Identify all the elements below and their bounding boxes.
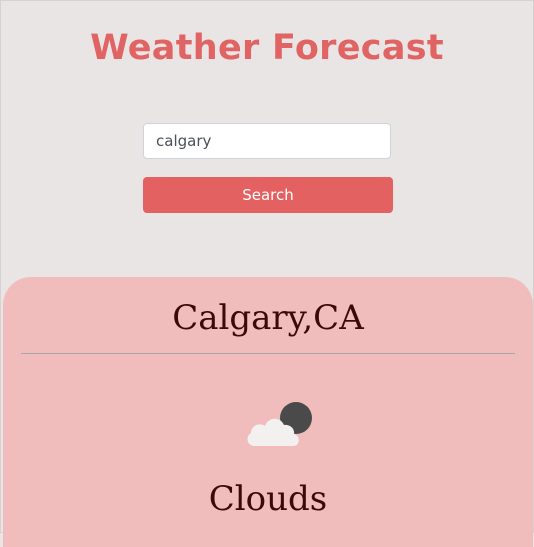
divider bbox=[21, 353, 515, 354]
city-name: Calgary,CA bbox=[172, 298, 364, 338]
cloudy-night-icon bbox=[243, 397, 323, 453]
search-input[interactable] bbox=[143, 123, 391, 159]
page-title: Weather Forecast bbox=[90, 28, 444, 68]
weather-condition: Clouds bbox=[208, 479, 328, 519]
weather-card: Calgary,CA Clouds bbox=[3, 277, 533, 547]
search-button[interactable]: Search bbox=[143, 177, 393, 213]
